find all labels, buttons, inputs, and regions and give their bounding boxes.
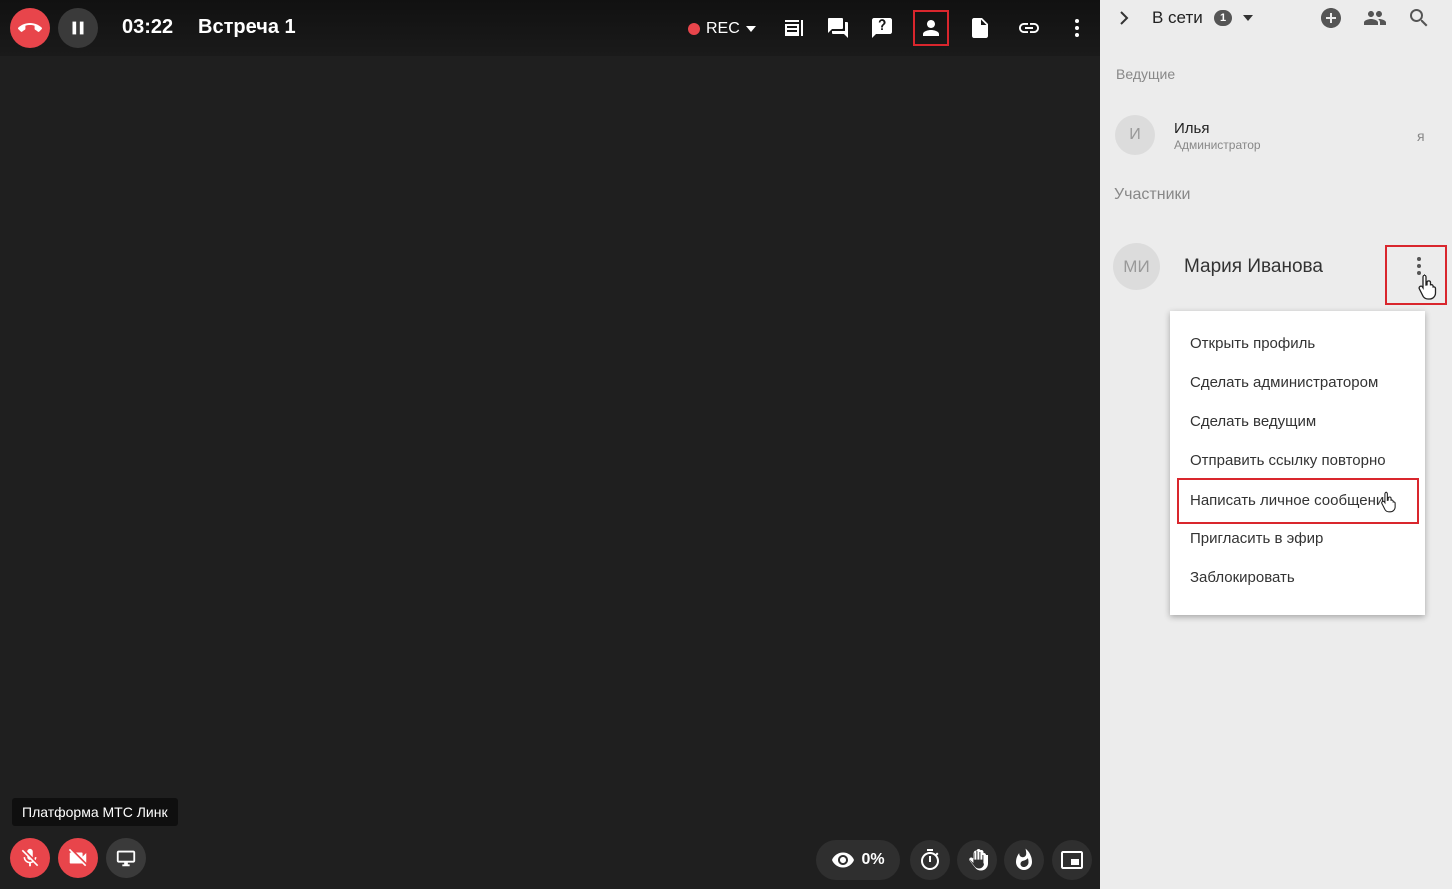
add-participant-button[interactable] [1319,6,1343,30]
meeting-timer: 03:22 [122,16,174,38]
platform-tooltip: Платформа МТС Линк [12,798,178,826]
chevron-right-icon[interactable] [1114,6,1134,30]
menu-item-open-profile[interactable]: Открыть профиль [1190,324,1315,363]
monitor-icon [116,850,136,867]
more-options-button[interactable] [1059,10,1095,46]
files-button[interactable] [962,10,998,46]
camera-toggle[interactable] [58,838,98,878]
online-count-badge: 1 [1214,10,1232,26]
menu-item-make-host[interactable]: Сделать ведущим [1190,402,1316,441]
phone-hangup-icon [18,23,42,32]
questions-button[interactable] [864,10,900,46]
hosts-section-title: Ведущие [1116,66,1176,82]
menu-item-private-message-label: Написать личное сообщение [1190,492,1393,509]
chat-icon [828,18,848,38]
more-vertical-icon [1075,19,1079,37]
top-bar: 03:22 Встреча 1 REC [0,0,1100,56]
participants-icon [923,20,939,36]
mic-off-icon [21,848,39,867]
search-icon [1410,9,1428,27]
viewers-indicator[interactable]: 0% [816,840,900,880]
panel-header: В сети 1 [1100,0,1452,40]
chevron-down-icon[interactable] [1243,15,1253,21]
member-context-menu: Открыть профиль Сделать администратором … [1170,311,1425,615]
chevron-down-icon [745,26,756,32]
menu-item-resend-link[interactable]: Отправить ссылку повторно [1190,441,1386,480]
video-stage: 03:22 Встреча 1 REC Платформа МТС Линк 0… [0,0,1100,889]
picture-in-picture-button[interactable] [1052,840,1092,880]
avatar: И [1115,115,1155,155]
host-role: Администратор [1174,138,1261,152]
link-icon [1019,23,1039,33]
online-filter-label[interactable]: В сети [1152,8,1203,28]
question-icon [872,18,892,38]
hang-up-button[interactable] [10,8,50,48]
copy-link-button[interactable] [1011,10,1047,46]
meeting-title: Встреча 1 [198,16,296,38]
reactions-button[interactable] [1004,840,1044,880]
member-name: Мария Иванова [1184,256,1323,277]
notes-icon [785,20,803,36]
raise-hand-button[interactable] [957,840,997,880]
screen-share-button[interactable] [106,838,146,878]
hand-pointer-icon [1381,491,1396,513]
camera-off-icon [68,848,87,867]
notes-button[interactable] [776,10,812,46]
menu-item-block[interactable]: Заблокировать [1190,558,1295,597]
search-button[interactable] [1407,6,1431,30]
record-dot-icon [688,23,700,35]
pause-icon [72,21,84,35]
menu-item-invite-on-air[interactable]: Пригласить в эфир [1190,519,1323,558]
viewers-percent: 0% [861,851,885,868]
participants-button[interactable] [913,10,949,46]
record-button[interactable]: REC [688,20,756,38]
menu-item-private-message[interactable]: Написать личное сообщение [1177,478,1419,524]
eye-icon [832,852,855,868]
avatar: МИ [1113,243,1160,290]
chat-button[interactable] [820,10,856,46]
people-icon [1364,11,1386,25]
hand-icon [969,849,988,871]
flame-icon [1016,848,1032,870]
host-name: Илья [1174,120,1210,137]
document-icon [972,18,988,38]
groups-button[interactable] [1363,6,1387,30]
members-section-title: Участники [1114,186,1191,203]
record-label: REC [706,20,740,37]
hand-pointer-icon [1418,274,1437,300]
pause-button[interactable] [58,8,98,48]
microphone-toggle[interactable] [10,838,50,878]
add-circle-icon [1321,8,1341,28]
timer-button[interactable] [910,840,950,880]
me-label: я [1417,128,1425,144]
menu-item-make-admin[interactable]: Сделать администратором [1190,363,1378,402]
member-options-button[interactable] [1385,245,1447,305]
stopwatch-icon [921,849,939,870]
picture-in-picture-icon [1061,851,1083,869]
